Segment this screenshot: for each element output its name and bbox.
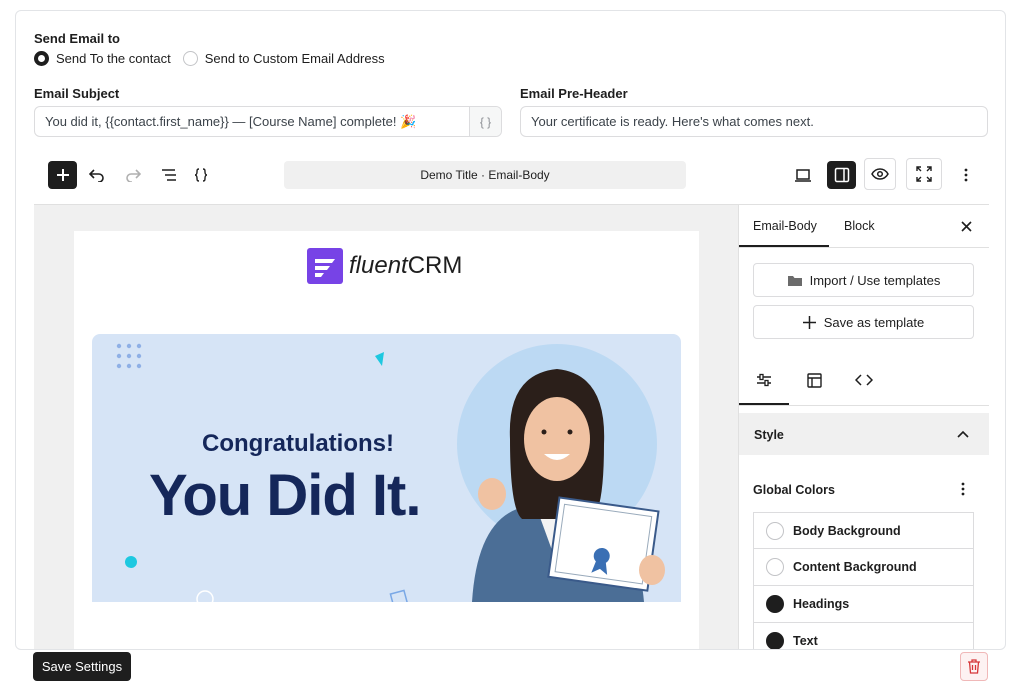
logo-text-crm: CRM — [407, 252, 463, 279]
global-colors-menu-button[interactable] — [956, 481, 970, 497]
import-templates-button[interactable]: Import / Use templates — [753, 263, 974, 297]
color-label: Text — [793, 634, 818, 648]
code-icon — [855, 374, 873, 386]
fluentcrm-logo-mark-icon — [307, 248, 343, 284]
more-options-button[interactable] — [956, 165, 976, 185]
email-subject-label: Email Subject — [34, 86, 120, 101]
save-as-template-button[interactable]: Save as template — [753, 305, 974, 339]
laptop-icon — [795, 168, 811, 182]
tab-block[interactable]: Block — [844, 205, 889, 247]
close-icon — [960, 220, 972, 232]
color-swatch[interactable] — [766, 558, 784, 576]
radio-button-selected[interactable] — [34, 51, 49, 66]
send-to-radio-group: Send To the contact Send to Custom Email… — [34, 51, 393, 66]
desktop-preview-button[interactable] — [791, 165, 815, 185]
logo-text-fluent: fluent — [349, 252, 408, 279]
style-panel-header[interactable]: Style — [739, 413, 989, 455]
sidebar-icon — [834, 167, 849, 183]
color-swatch[interactable] — [766, 632, 784, 649]
redo-icon — [126, 169, 141, 182]
email-settings-card: Send Email to Send To the contact Send t… — [15, 10, 1006, 650]
sliders-icon — [757, 373, 771, 387]
vertical-dots-icon — [961, 482, 965, 496]
outline-square — [389, 589, 409, 602]
color-row-text[interactable]: Text — [753, 623, 974, 649]
style-panel-title: Style — [754, 428, 784, 442]
color-label: Content Background — [793, 560, 917, 574]
color-row-content-background[interactable]: Content Background — [753, 549, 974, 586]
color-swatch[interactable] — [766, 595, 784, 613]
layout-icon — [806, 372, 822, 388]
person-fist — [478, 478, 506, 510]
trash-icon — [968, 659, 980, 674]
global-colors-label: Global Colors — [753, 483, 835, 497]
import-templates-label: Import / Use templates — [809, 272, 941, 288]
braces-icon — [194, 168, 208, 182]
triangle-shape — [375, 352, 384, 366]
add-block-button[interactable] — [48, 161, 77, 189]
color-label: Body Background — [793, 523, 901, 538]
hero-heading: You Did It. — [149, 463, 421, 528]
dot-grid-icon — [116, 343, 142, 369]
radio-label-custom: Send to Custom Email Address — [204, 51, 385, 66]
tab-code-settings[interactable] — [839, 363, 889, 397]
plus-icon — [802, 315, 816, 329]
hero-subheading: Congratulations! — [202, 430, 394, 457]
merge-tag-button[interactable]: { } — [469, 107, 501, 136]
email-subject-value: You did it, {{contact.first_name}} — [Co… — [45, 113, 417, 129]
save-as-template-label: Save as template — [823, 314, 925, 330]
code-editor-button[interactable] — [190, 165, 212, 185]
undo-button[interactable] — [86, 165, 108, 185]
hero-banner[interactable]: Congratulations! You Did It. — [92, 334, 681, 602]
eye-icon — [871, 168, 889, 180]
radio-send-to-custom[interactable]: Send to Custom Email Address — [182, 51, 385, 66]
color-row-body-background[interactable]: Body Background — [753, 512, 974, 549]
color-swatch[interactable] — [766, 521, 784, 540]
save-settings-button[interactable]: Save Settings — [33, 652, 131, 681]
document-title-bar[interactable]: Demo Title · Email-Body — [284, 161, 686, 189]
radio-button-unselected[interactable] — [182, 51, 198, 66]
tab-email-body[interactable]: Email-Body — [753, 205, 828, 247]
tabs-divider — [739, 247, 989, 248]
send-email-to-label: Send Email to — [34, 31, 120, 46]
radio-send-to-contact[interactable]: Send To the contact — [34, 51, 171, 66]
tab-style-settings[interactable] — [739, 363, 789, 397]
icon-tabs-divider — [739, 405, 989, 406]
redo-button[interactable] — [122, 165, 144, 185]
chevron-up-icon — [957, 430, 969, 438]
email-preheader-input[interactable]: Your certificate is ready. Here's what c… — [520, 106, 988, 137]
outline-circle — [196, 590, 214, 602]
radio-label-contact: Send To the contact — [56, 51, 171, 66]
close-sidebar-button[interactable] — [957, 217, 975, 235]
list-view-icon — [162, 169, 176, 181]
person-face — [524, 397, 590, 481]
email-preheader-label: Email Pre-Header — [520, 86, 628, 101]
preview-button[interactable] — [864, 158, 896, 190]
email-canvas[interactable]: fluentCRM Congratulations! You Did It. — [34, 205, 738, 649]
delete-button[interactable] — [960, 652, 988, 681]
email-subject-input[interactable]: You did it, {{contact.first_name}} — [Co… — [34, 106, 502, 137]
list-view-button[interactable] — [158, 165, 180, 185]
color-row-headings[interactable]: Headings — [753, 586, 974, 623]
folder-icon — [787, 275, 802, 286]
editor-toolbar: Demo Title · Email-Body — [34, 158, 989, 205]
tab-layout-settings[interactable] — [789, 363, 839, 397]
fluentcrm-logo: fluentCRM — [307, 248, 462, 284]
color-label: Headings — [793, 597, 850, 611]
vertical-dots-icon — [964, 168, 968, 182]
fullscreen-button[interactable] — [906, 158, 942, 190]
settings-sidebar: Email-Body Block Import / Use templates … — [738, 205, 989, 649]
fullscreen-icon — [916, 166, 932, 182]
undo-icon — [89, 169, 104, 182]
email-body-preview[interactable]: fluentCRM Congratulations! You Did It. — [74, 231, 699, 649]
email-preheader-value: Your certificate is ready. Here's what c… — [531, 114, 814, 129]
settings-sidebar-toggle[interactable] — [827, 161, 856, 189]
plus-icon — [56, 169, 69, 181]
teal-dot — [125, 556, 137, 568]
fluentcrm-logo-text: fluentCRM — [349, 252, 462, 280]
